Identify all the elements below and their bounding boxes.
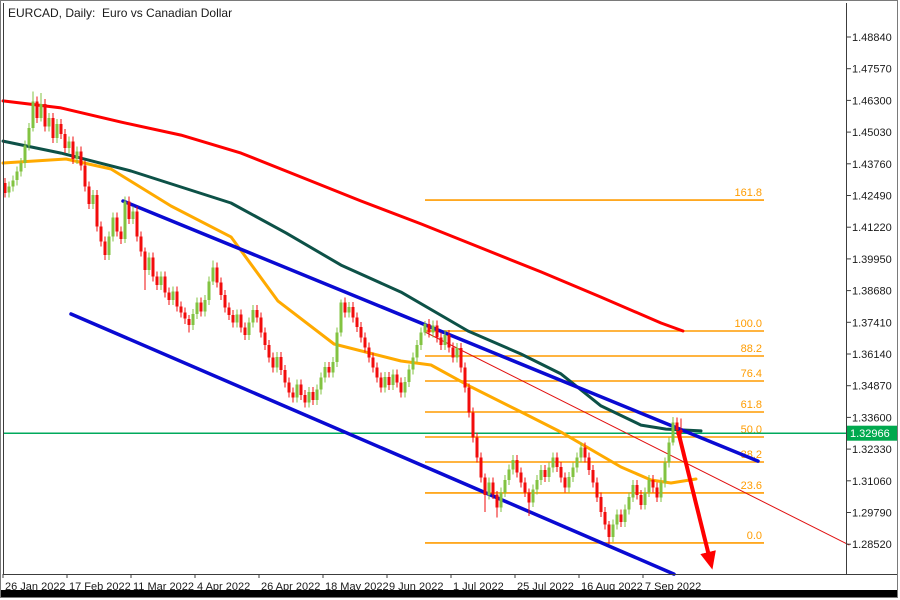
fib-level-label: 0.0 (747, 530, 762, 542)
price-tick-label: 1.39950 (852, 254, 892, 266)
axes-frame (3, 3, 898, 575)
fib-level-label: 161.8 (734, 187, 762, 199)
price-tick-label: 1.43760 (852, 159, 892, 171)
svg-text:1.32966: 1.32966 (850, 428, 890, 440)
price-tick-label: 1.45030 (852, 127, 892, 139)
fib-level-label: 88.2 (741, 343, 762, 355)
chart-window: EURCAD, Daily: Euro vs Canadian Dollar 1… (0, 0, 898, 598)
fib-level-label: 23.6 (741, 480, 762, 492)
fib-level-label: 61.8 (741, 399, 762, 411)
fib-level-label: 76.4 (741, 368, 762, 380)
resistance-thin[interactable] (425, 332, 849, 545)
price-tick-label: 1.42490 (852, 191, 892, 203)
price-tick-label: 1.28520 (852, 539, 892, 551)
price-tick-label: 1.38680 (852, 286, 892, 298)
price-tick-label: 1.46300 (852, 95, 892, 107)
slow-ma-red (3, 101, 683, 331)
price-tick-label: 1.34870 (852, 381, 892, 393)
price-tick-label: 1.36140 (852, 349, 892, 361)
price-tick-label: 1.41220 (852, 222, 892, 234)
mid-ma-darkgreen (3, 141, 701, 431)
price-tick-label: 1.37410 (852, 317, 892, 329)
price-tick-label: 1.33600 (852, 412, 892, 424)
fib-level-label: 100.0 (734, 318, 762, 330)
sell-projection-arrow[interactable] (678, 431, 710, 560)
fib-level-label: 50.0 (741, 424, 762, 436)
current-price-tag: 1.32966 (847, 426, 898, 441)
price-tick-label: 1.48840 (852, 32, 892, 44)
price-tick-label: 1.31060 (852, 476, 892, 488)
price-chart-canvas[interactable]: 161.8100.088.276.461.850.038.223.60.01.4… (1, 1, 898, 598)
price-tick-label: 1.29790 (852, 508, 892, 520)
price-axis: 1.48840 1.47570 1.46300 1.45030 1.43760 1.424… (846, 32, 892, 551)
status-bar (1, 590, 898, 597)
candlestick-series (4, 92, 683, 545)
chart-title: EURCAD, Daily: Euro vs Canadian Dollar (8, 6, 232, 20)
price-tick-label: 1.47570 (852, 64, 892, 76)
price-tick-label: 1.32330 (852, 444, 892, 456)
